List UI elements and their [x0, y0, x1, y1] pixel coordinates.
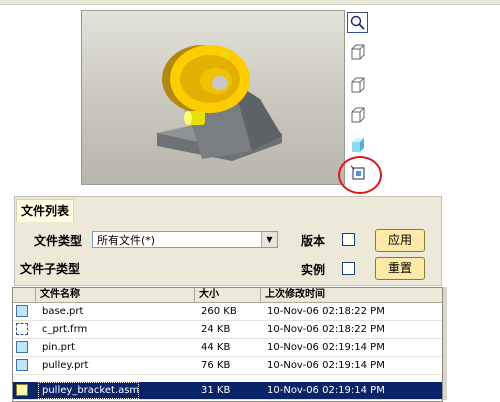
- highlight-circle: [338, 156, 382, 194]
- file-modified: 10-Nov-06 02:18:22 PM: [267, 306, 385, 317]
- view-cube-icon[interactable]: [347, 104, 368, 125]
- instance-checkbox[interactable]: [342, 262, 355, 275]
- file-subtype-label: 文件子类型: [20, 262, 81, 276]
- view-cube-icon[interactable]: [347, 74, 368, 95]
- pulley-bracket-model: [157, 45, 282, 161]
- column-header-size[interactable]: 大小: [195, 288, 261, 302]
- zoom-fit-icon[interactable]: [347, 12, 368, 33]
- view-cube-icon[interactable]: [347, 41, 368, 62]
- version-label: 版本: [301, 234, 326, 248]
- reset-button[interactable]: 重置: [375, 257, 425, 280]
- column-header-modified[interactable]: 上次修改时间: [261, 288, 442, 302]
- file-table[interactable]: 文件名称 大小 上次修改时间 base.prt 260 KB 10-Nov-06…: [12, 287, 443, 402]
- file-size: 24 KB: [201, 324, 231, 335]
- column-header-name[interactable]: 文件名称: [36, 288, 195, 302]
- table-header: 文件名称 大小 上次修改时间: [13, 288, 442, 303]
- table-row[interactable]: base.prt 260 KB 10-Nov-06 02:18:22 PM: [13, 303, 442, 321]
- file-name: base.prt: [42, 306, 84, 317]
- file-modified: 10-Nov-06 02:19:14 PM: [267, 342, 385, 353]
- chevron-down-icon[interactable]: ▼: [261, 232, 277, 247]
- assembly-file-icon: [16, 384, 28, 396]
- file-name: c_prt.frm: [42, 324, 88, 335]
- part-file-icon: [16, 305, 28, 317]
- file-size: 31 KB: [201, 385, 231, 396]
- tab-file-list[interactable]: 文件列表: [16, 199, 75, 222]
- file-size: 44 KB: [201, 342, 231, 353]
- file-modified: 10-Nov-06 02:19:14 PM: [267, 385, 385, 396]
- instance-label: 实例: [301, 263, 326, 277]
- file-size: 76 KB: [201, 360, 231, 371]
- table-row-selected[interactable]: pulley_bracket.asm 31 KB 10-Nov-06 02:19…: [13, 382, 442, 400]
- shaded-cube-icon[interactable]: [347, 134, 368, 155]
- top-bar: [0, 0, 500, 5]
- format-file-icon: [16, 323, 28, 335]
- table-row[interactable]: pulley.prt 76 KB 10-Nov-06 02:19:14 PM: [13, 357, 442, 375]
- version-checkbox[interactable]: [342, 233, 355, 246]
- file-type-label: 文件类型: [34, 234, 83, 248]
- file-name: pin.prt: [42, 342, 76, 353]
- apply-button[interactable]: 应用: [375, 229, 425, 252]
- scrollbar[interactable]: [443, 287, 447, 400]
- file-size: 260 KB: [201, 306, 237, 317]
- model-preview[interactable]: [81, 10, 345, 185]
- file-type-select[interactable]: 所有文件(*) ▼: [92, 231, 278, 248]
- part-file-icon: [16, 341, 28, 353]
- file-type-value: 所有文件(*): [97, 234, 156, 247]
- file-name: pulley.prt: [42, 360, 89, 371]
- file-modified: 10-Nov-06 02:19:14 PM: [267, 360, 385, 371]
- table-row[interactable]: pin.prt 44 KB 10-Nov-06 02:19:14 PM: [13, 339, 442, 357]
- file-modified: 10-Nov-06 02:18:22 PM: [267, 324, 385, 335]
- table-row[interactable]: c_prt.frm 24 KB 10-Nov-06 02:18:22 PM: [13, 321, 442, 339]
- file-name: pulley_bracket.asm: [38, 382, 140, 399]
- header-icon-column: [13, 288, 36, 302]
- part-file-icon: [16, 359, 28, 371]
